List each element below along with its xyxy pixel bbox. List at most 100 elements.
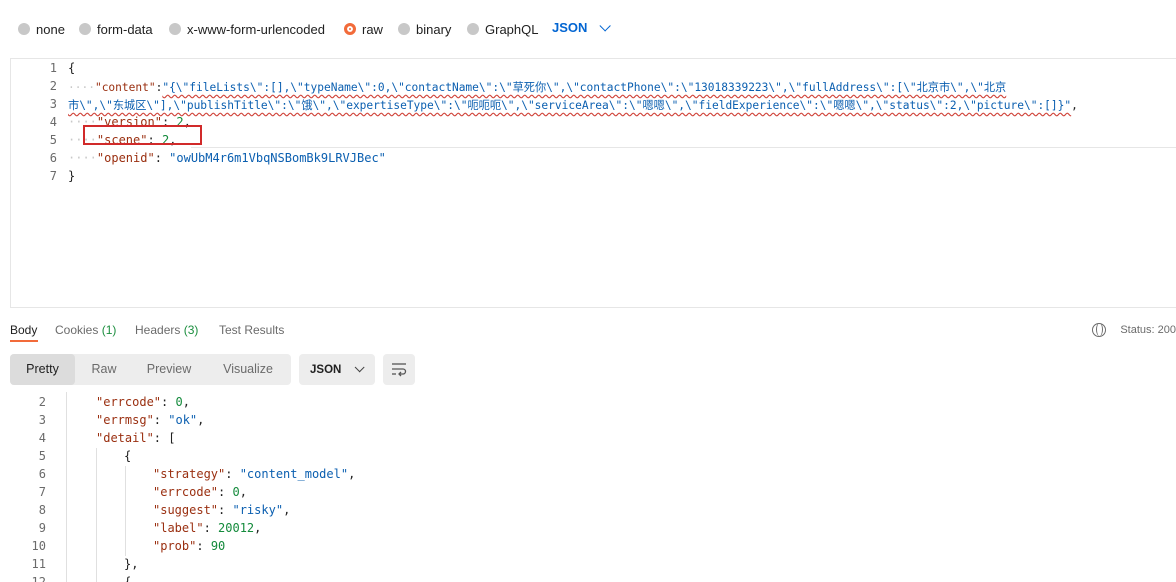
radio-binary[interactable]: binary [398, 20, 451, 38]
response-format-dropdown[interactable]: JSON [299, 354, 375, 385]
radio-label: raw [362, 21, 383, 37]
brace: { [124, 449, 132, 463]
line-number: 8 [38, 503, 46, 517]
resp-line-4: "detail": [ [96, 431, 176, 445]
view-mode-visualize[interactable]: Visualize [205, 354, 291, 385]
line-number: 9 [38, 521, 46, 535]
body-type-bar: none form-data x-www-form-urlencoded raw… [0, 0, 1176, 58]
tab-body[interactable]: Body [10, 323, 37, 337]
radio-label: binary [416, 21, 452, 37]
line-number: 2 [49, 79, 57, 93]
line-number: 7 [49, 169, 57, 183]
radio-graphql[interactable]: GraphQL [467, 20, 538, 38]
resp-line-11: }, [124, 557, 138, 571]
tab-test-results[interactable]: Test Results [219, 323, 284, 337]
raw-format-dropdown[interactable]: JSON [552, 19, 612, 35]
radio-dot [467, 23, 479, 35]
radio-none[interactable]: none [18, 20, 65, 38]
radio-form-data[interactable]: form-data [79, 20, 153, 38]
line-number: 1 [49, 61, 57, 75]
json-key: "errcode" [96, 395, 162, 409]
radio-label: none [36, 21, 65, 37]
resp-line-8: "suggest": "risky", [153, 503, 291, 517]
json-key: "label" [153, 521, 204, 535]
tab-count: (3) [183, 323, 199, 337]
raw-format-label: JSON [552, 20, 588, 35]
json-key: "errmsg" [96, 413, 154, 427]
code-line-3: 市\",\"东城区\"],\"publishTitle\":\"饿\",\"ex… [68, 99, 1078, 112]
json-key: "content" [94, 81, 156, 94]
code-line-6: ····"openid": "owUbM4r6m1VbqNSBomBk9LRVJ… [68, 151, 386, 165]
request-body-editor[interactable]: 1 2 3 4 5 6 7 { ····"content":"{\"fileLi… [10, 58, 1176, 308]
json-string: "owUbM4r6m1VbqNSBomBk9LRVJBec" [169, 151, 386, 165]
line-number: 10 [31, 539, 46, 553]
view-mode-segmented-control: Pretty Raw Preview Visualize [10, 354, 291, 385]
json-string: "ok" [168, 413, 198, 427]
json-number: 90 [210, 539, 226, 553]
chevron-down-icon [599, 19, 612, 32]
radio-raw[interactable]: raw [344, 20, 383, 38]
json-key: "strategy" [153, 467, 226, 481]
resp-line-2: "errcode": 0, [96, 395, 190, 409]
line-number: 6 [49, 151, 57, 165]
json-string: 市\",\"东城区\"],\"publishTitle\":\"饿\",\"ex… [68, 99, 1072, 112]
json-key: "suggest" [153, 503, 219, 517]
brace: }, [124, 557, 139, 571]
line-number: 11 [31, 557, 46, 571]
line-number: 6 [38, 467, 46, 481]
wrap-lines-icon [392, 363, 407, 377]
line-number: 5 [49, 133, 57, 147]
view-mode-raw[interactable]: Raw [75, 354, 133, 385]
line-number: 3 [49, 97, 57, 111]
tab-cookies[interactable]: Cookies (1) [55, 323, 116, 337]
resp-line-9: "label": 20012, [153, 521, 262, 535]
active-tab-indicator [10, 340, 38, 342]
line-number: 3 [38, 413, 46, 427]
response-status: Status: 200 [1092, 323, 1176, 337]
globe-icon[interactable] [1092, 323, 1107, 337]
line-number: 4 [49, 115, 57, 129]
resp-line-5: { [124, 449, 131, 463]
response-tabs: Body Cookies (1) Headers (3) Test Result… [0, 320, 1176, 342]
radio-label: GraphQL [485, 21, 539, 37]
line-number: 2 [38, 395, 46, 409]
resp-line-12: { [124, 575, 131, 582]
line-number: 7 [38, 485, 46, 499]
response-format-label: JSON [310, 363, 342, 376]
brace: { [124, 575, 132, 582]
code-line-7: } [68, 169, 75, 183]
radio-label: x-www-form-urlencoded [187, 21, 325, 37]
wrap-lines-button[interactable] [383, 354, 415, 385]
json-key: "openid" [96, 151, 155, 165]
radio-dot [169, 23, 181, 35]
tab-count: (1) [101, 323, 117, 337]
json-number: 0 [232, 485, 240, 499]
json-key: "prob" [153, 539, 197, 553]
indent-guide [66, 392, 67, 582]
indent-guide [125, 466, 126, 556]
indent-guide [96, 448, 97, 582]
resp-line-6: "strategy": "content_model", [153, 467, 356, 481]
radio-x-www-form-urlencoded[interactable]: x-www-form-urlencoded [169, 20, 325, 38]
json-string: "risky" [232, 503, 284, 517]
tab-label: Headers [135, 323, 181, 337]
json-string: "content_model" [239, 467, 349, 481]
radio-dot [18, 23, 30, 35]
json-number: 0 [175, 395, 183, 409]
brace: { [68, 61, 76, 75]
radio-dot [79, 23, 91, 35]
json-string: "{\"fileLists\":[],\"typeName\":0,\"cont… [162, 81, 1007, 94]
brace: } [68, 169, 76, 183]
line-number: 5 [38, 449, 46, 463]
view-mode-preview[interactable]: Preview [133, 354, 205, 385]
bracket: [ [168, 431, 176, 445]
chevron-down-icon [354, 362, 365, 373]
json-key: "detail" [96, 431, 154, 445]
tab-headers[interactable]: Headers (3) [135, 323, 198, 337]
code-line-2: ····"content":"{\"fileLists\":[],\"typeN… [68, 81, 1007, 94]
line-number: 4 [38, 431, 46, 445]
radio-dot-selected [344, 23, 356, 35]
response-body-viewer[interactable]: 2 3 4 5 6 7 8 9 10 11 12 "errcode": 0, "… [0, 392, 1176, 582]
current-line-marker [191, 147, 1176, 148]
view-mode-pretty[interactable]: Pretty [10, 354, 75, 385]
